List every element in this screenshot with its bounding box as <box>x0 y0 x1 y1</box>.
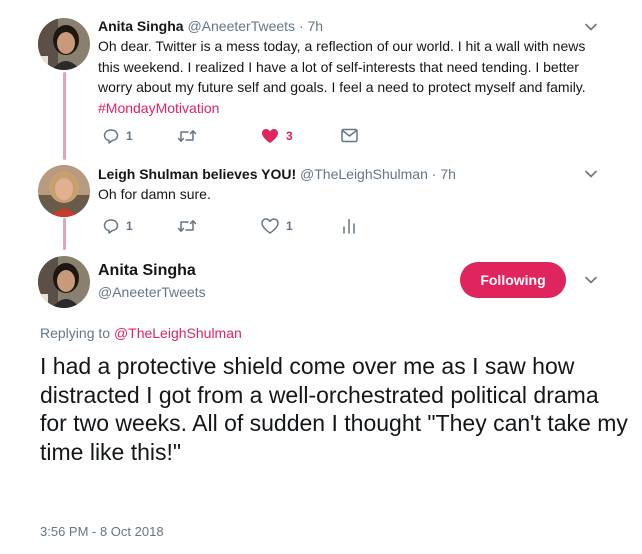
tweet2-author-handle[interactable]: @TheLeighShulman <box>300 166 428 182</box>
main-tweet-text: I had a protective shield come over me a… <box>40 353 628 465</box>
tweet2-reply-button[interactable]: 1 <box>103 218 133 234</box>
tweet1-time[interactable]: 7h <box>308 18 324 34</box>
replying-to-label: Replying to <box>40 325 111 341</box>
tweet1-reply-button[interactable]: 1 <box>103 128 133 144</box>
chevron-down-icon[interactable] <box>584 273 598 287</box>
heart-outline-icon <box>261 218 279 234</box>
reply-icon <box>103 219 119 234</box>
main-tweet-timestamp[interactable]: 3:56 PM - 8 Oct 2018 <box>40 524 164 539</box>
tweet1-separator: · <box>298 18 304 34</box>
tweet2-like-count: 1 <box>286 219 293 233</box>
avatar-leigh[interactable] <box>38 165 90 217</box>
tweet2-analytics-button[interactable] <box>342 218 356 234</box>
tweet1-body: Oh dear. Twitter is a mess today, a refl… <box>98 36 618 118</box>
tweet1-retweet-button[interactable] <box>177 128 197 144</box>
tweet1-text-line1: Oh dear. Twitter is a mess today, a refl… <box>98 38 586 54</box>
tweet1-text-line3: worry about my future self and goals. I … <box>98 79 586 95</box>
heart-filled-icon <box>262 129 278 143</box>
retweet-icon <box>177 220 197 232</box>
tweet2-header: Leigh Shulman believes YOU! @TheLeighShu… <box>98 166 456 182</box>
tweet2-time[interactable]: 7h <box>440 166 456 182</box>
reply-icon <box>103 129 119 144</box>
analytics-icon <box>343 218 355 234</box>
main-author-name[interactable]: Anita Singha <box>98 262 196 280</box>
chevron-down-icon[interactable] <box>584 20 598 34</box>
thread-line-2 <box>63 218 66 250</box>
main-author-handle[interactable]: @AneeterTweets <box>98 284 206 300</box>
tweet1-header: Anita Singha @AneeterTweets · 7h <box>98 18 323 34</box>
tweet2-separator: · <box>431 166 437 182</box>
chevron-down-icon[interactable] <box>584 167 598 181</box>
tweet1-like-button[interactable]: 3 <box>261 128 293 144</box>
tweet1-text-line2: this weekend. I realized I have a lot of… <box>98 58 579 75</box>
replying-to: Replying to @TheLeighShulman <box>40 325 242 341</box>
tweet1-like-count: 3 <box>286 129 293 143</box>
tweet2-body: Oh for damn sure. <box>98 186 211 202</box>
tweet2-author-name[interactable]: Leigh Shulman believes YOU! <box>98 166 296 182</box>
tweet2-retweet-button[interactable] <box>177 218 197 234</box>
tweet1-author-name[interactable]: Anita Singha <box>98 18 184 34</box>
avatar-anita[interactable] <box>38 18 90 70</box>
tweet2-reply-count: 1 <box>126 219 133 233</box>
tweet1-message-button[interactable] <box>341 128 358 143</box>
tweet1-hashtag[interactable]: #MondayMotivation <box>98 98 618 119</box>
replying-to-mention[interactable]: @TheLeighShulman <box>114 325 242 341</box>
tweet1-reply-count: 1 <box>126 129 133 143</box>
mail-icon <box>341 128 358 143</box>
avatar-anita-main[interactable] <box>38 256 90 308</box>
following-button[interactable]: Following <box>460 262 566 298</box>
retweet-icon <box>177 130 197 142</box>
tweet1-author-handle[interactable]: @AneeterTweets <box>187 18 295 34</box>
thread-line-1 <box>63 72 66 160</box>
tweet2-like-button[interactable]: 1 <box>261 218 293 234</box>
